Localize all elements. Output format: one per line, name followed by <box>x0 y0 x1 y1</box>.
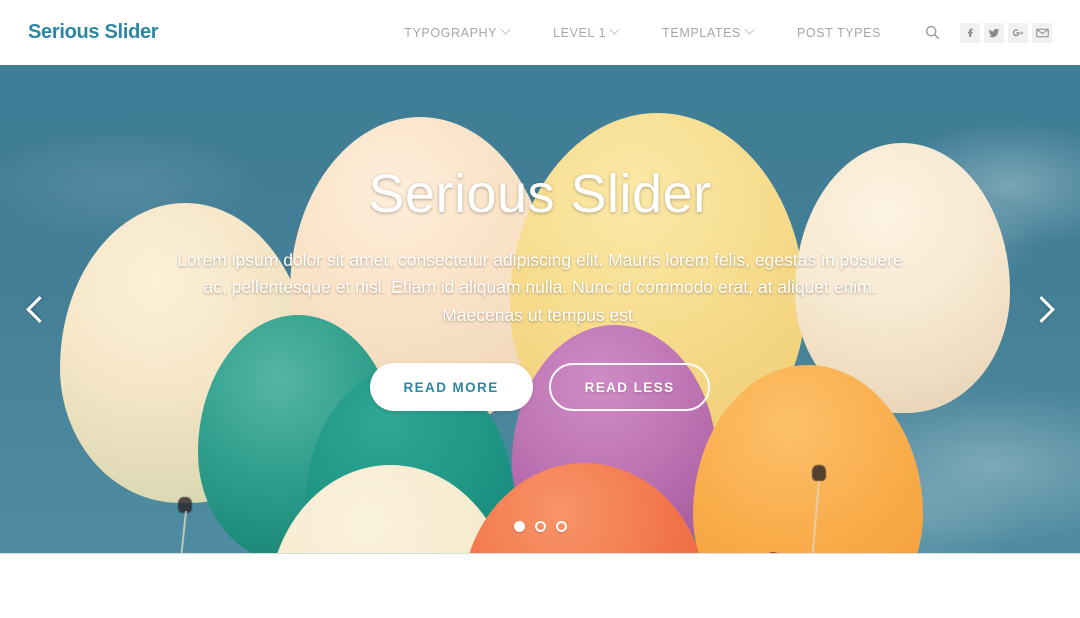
site-header: Serious Slider TYPOGRAPHY LEVEL 1 TEMPLA… <box>0 0 1080 65</box>
read-more-button[interactable]: READ MORE <box>369 363 533 412</box>
chevron-down-icon <box>500 24 511 35</box>
chevron-right-icon <box>1027 295 1055 323</box>
chevron-left-icon <box>25 295 53 323</box>
page-content-area <box>0 554 1080 618</box>
hero-button-group: READ MORE READ LESS <box>369 363 711 412</box>
nav-item-typography[interactable]: TYPOGRAPHY <box>382 24 531 40</box>
google-plus-button[interactable] <box>1008 22 1028 43</box>
site-logo[interactable]: Serious Slider <box>28 21 159 44</box>
hero-description: Lorem ipsum dolor sit amet, consectetur … <box>177 249 903 325</box>
nav-item-label: TEMPLATES <box>662 25 741 40</box>
twitter-icon <box>988 28 1000 37</box>
slider-dot-3[interactable] <box>555 521 567 532</box>
slider-pagination <box>0 521 1080 532</box>
slider-dot-1[interactable] <box>513 521 525 532</box>
search-icon <box>925 25 940 40</box>
nav-item-label: TYPOGRAPHY <box>404 25 498 40</box>
nav-item-level-1[interactable]: LEVEL 1 <box>531 24 640 40</box>
nav-item-label: LEVEL 1 <box>553 25 607 40</box>
twitter-button[interactable] <box>984 22 1004 43</box>
social-links <box>960 22 1052 43</box>
hero-title: Serious Slider <box>368 163 712 224</box>
search-button[interactable] <box>903 25 954 40</box>
main-navigation: TYPOGRAPHY LEVEL 1 TEMPLATES POST TYPES <box>382 24 954 40</box>
chevron-down-icon <box>744 24 755 35</box>
read-less-button[interactable]: READ LESS <box>548 363 711 412</box>
nav-item-templates[interactable]: TEMPLATES <box>640 24 775 40</box>
header-right-group: TYPOGRAPHY LEVEL 1 TEMPLATES POST TYPES <box>382 22 1052 43</box>
nav-item-label: POST TYPES <box>796 25 881 40</box>
google-plus-icon <box>1012 28 1023 36</box>
slider-dot-2[interactable] <box>534 521 546 532</box>
previous-slide-button[interactable] <box>16 279 62 339</box>
chevron-down-icon <box>609 24 620 35</box>
facebook-icon <box>968 28 973 37</box>
nav-item-post-types[interactable]: POST TYPES <box>775 26 903 40</box>
email-icon <box>1035 28 1049 37</box>
email-button[interactable] <box>1032 22 1052 43</box>
next-slide-button[interactable] <box>1018 279 1064 339</box>
hero-slider: Serious Slider Lorem ipsum dolor sit ame… <box>0 65 1080 554</box>
facebook-button[interactable] <box>960 22 980 43</box>
hero-content: Serious Slider Lorem ipsum dolor sit ame… <box>0 65 1080 531</box>
